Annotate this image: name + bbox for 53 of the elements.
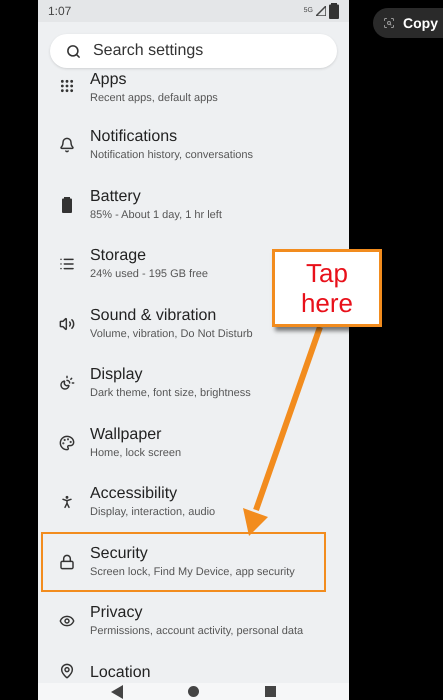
eye-icon	[58, 613, 74, 630]
item-subtitle: Dark theme, font size, brightness	[90, 386, 251, 402]
settings-item[interactable]: Location	[41, 651, 158, 682]
item-subtitle: Recent apps, default apps	[90, 91, 218, 106]
back-icon[interactable]	[110, 684, 123, 698]
item-subtitle: Notification history, conversations	[90, 148, 254, 164]
item-title: Storage	[90, 246, 148, 266]
item-subtitle: Home, lock screen	[90, 446, 182, 461]
status-time: 1:07	[48, 3, 72, 20]
copy-chip[interactable]: Copy	[373, 8, 443, 38]
item-subtitle: 24% used - 195 GB free	[90, 267, 208, 282]
palette-icon	[58, 434, 74, 451]
settings-item[interactable]: Security Screen lock, Find My Device, app security	[41, 532, 326, 592]
item-title: Sound & vibration	[90, 306, 218, 326]
item-subtitle: Screen lock, Find My Device, app security	[90, 564, 295, 580]
lock-icon	[58, 554, 74, 570]
list-icon	[58, 256, 74, 272]
search-icon	[66, 44, 81, 58]
map-pin-icon	[58, 663, 74, 679]
recents-icon[interactable]	[265, 686, 276, 697]
lens-icon	[383, 17, 395, 29]
settings-item[interactable]: Battery 85% - About 1 day, 1 hr left	[41, 175, 230, 234]
speaker-icon	[58, 316, 74, 332]
item-title: Apps	[90, 70, 128, 90]
item-title: Display	[90, 365, 144, 386]
signal-icon	[316, 6, 326, 16]
settings-item[interactable]: Sound & vibration Volume, vibration, Do Not Disturb	[41, 294, 261, 354]
item-title: Notifications	[90, 127, 178, 148]
item-title: Accessibility	[90, 484, 178, 504]
battery-icon	[62, 196, 72, 213]
settings-item[interactable]: Apps Recent apps, default apps	[41, 68, 226, 116]
item-title: Wallpaper	[90, 424, 162, 445]
search-field[interactable]: Search settings	[50, 34, 337, 68]
settings-item[interactable]: Wallpaper Home, lock screen	[41, 413, 190, 472]
item-title: Privacy	[90, 603, 144, 624]
settings-item[interactable]: Notifications Notification history, conversations	[41, 116, 262, 175]
settings-item[interactable]: Storage 24% used - 195 GB free	[41, 234, 216, 294]
home-icon[interactable]	[188, 686, 200, 697]
item-subtitle: Volume, vibration, Do Not Disturb	[90, 326, 253, 342]
callout-text: Tap here	[300, 258, 354, 318]
item-subtitle: Permissions, account activity, personal data	[90, 624, 304, 640]
item-title: Security	[90, 544, 149, 564]
apps-grid-icon	[58, 78, 74, 94]
battery-status-icon	[329, 3, 339, 19]
settings-item[interactable]: Display Dark theme, font size, brightness	[41, 354, 259, 413]
bell-icon	[58, 137, 74, 154]
item-subtitle: 85% - About 1 day, 1 hr left	[90, 208, 222, 223]
settings-item[interactable]: Privacy Permissions, account activity, personal data	[41, 592, 312, 651]
item-title: Location	[90, 663, 150, 683]
settings-item[interactable]: Accessibility Display, interaction, audio	[41, 472, 224, 532]
item-subtitle: Display, interaction, audio	[90, 505, 216, 520]
brightness-icon	[58, 375, 74, 392]
item-title: Battery	[90, 186, 142, 207]
